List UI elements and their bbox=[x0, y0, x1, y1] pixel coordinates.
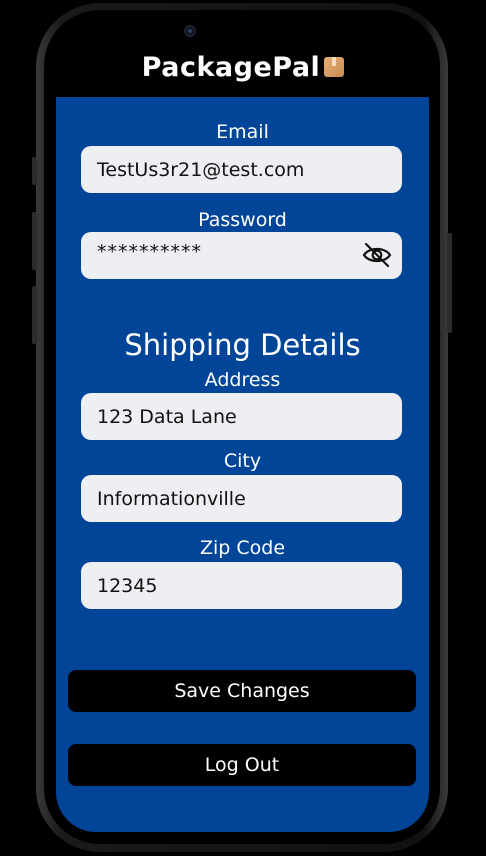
save-changes-button[interactable]: Save Changes bbox=[68, 670, 416, 712]
password-field[interactable]: ********** bbox=[81, 232, 402, 279]
zip-code-label: Zip Code bbox=[199, 537, 286, 559]
package-box-icon bbox=[324, 57, 345, 77]
address-label: Address bbox=[204, 369, 281, 391]
phone-volume-up-button bbox=[32, 212, 37, 270]
password-label: Password bbox=[198, 209, 287, 231]
section-title-shipping: Shipping Details bbox=[124, 328, 361, 362]
zip-code-value: 12345 bbox=[97, 574, 158, 597]
eye-slash-icon[interactable] bbox=[362, 242, 392, 268]
phone-side-button bbox=[32, 157, 37, 185]
city-value: Informationville bbox=[97, 487, 246, 510]
city-field[interactable]: Informationville bbox=[81, 475, 402, 522]
address-value: 123 Data Lane bbox=[97, 405, 237, 428]
zip-code-field[interactable]: 12345 bbox=[81, 562, 402, 609]
address-field[interactable]: 123 Data Lane bbox=[81, 393, 402, 440]
email-field[interactable]: TestUs3r21@test.com bbox=[81, 146, 402, 193]
app-logo-text: PackagePal bbox=[141, 52, 321, 83]
phone-power-button bbox=[447, 233, 452, 333]
phone-volume-down-button bbox=[32, 286, 37, 344]
log-out-button[interactable]: Log Out bbox=[68, 744, 416, 786]
email-label: Email bbox=[216, 121, 269, 143]
email-value: TestUs3r21@test.com bbox=[97, 158, 305, 181]
front-camera bbox=[184, 25, 196, 37]
city-label: City bbox=[223, 450, 262, 472]
password-value: ********** bbox=[97, 240, 202, 263]
app-logo: PackagePal bbox=[0, 52, 486, 83]
